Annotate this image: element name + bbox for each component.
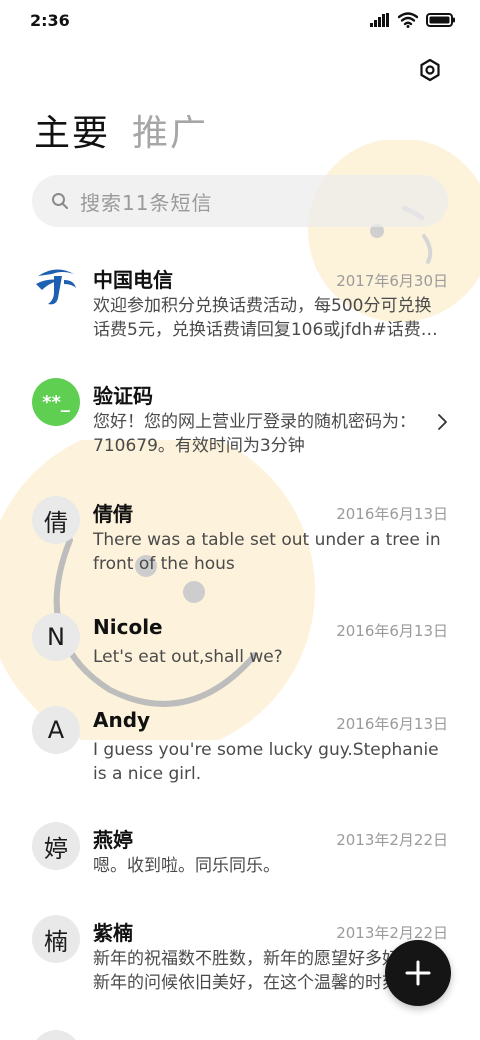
battery-icon (426, 13, 455, 27)
message-date: 2013年2月22日 (336, 831, 448, 849)
avatar (32, 262, 80, 310)
message-preview: Let's eat out,shall we? (93, 647, 283, 667)
conversation-item[interactable] (0, 1020, 480, 1040)
conversation-item[interactable]: 中国电信 2017年6月30日 欢迎参加积分兑换话费活动，每500分可兑换话费5… (0, 250, 480, 360)
tab-primary[interactable]: 主要 (34, 104, 110, 156)
avatar-initial: A (47, 716, 65, 744)
decorative-face-middle (0, 440, 315, 740)
settings-icon (420, 58, 440, 82)
message-preview: There was a table set out under a tree i… (93, 530, 441, 574)
avatar-initial: 婷 (44, 834, 68, 863)
conversation-item[interactable]: N Nicole 2016年6月13日 Let's eat out,shall … (0, 603, 480, 683)
status-bar: 2:36 (0, 0, 480, 44)
message-preview: I guess you're some lucky guy.Stephanie … (93, 740, 439, 784)
message-date: 2013年2月22日 (336, 924, 448, 942)
contact-name: Andy (93, 708, 151, 732)
message-preview: 欢迎参加积分兑换话费活动，每500分可兑换话费5元，兑换话费请回复106或jfd… (93, 296, 438, 340)
avatar: A (32, 706, 80, 754)
conversation-item[interactable]: 倩 倩倩 2016年6月13日 There was a table set ou… (0, 486, 480, 586)
avatar: 楠 (32, 915, 80, 963)
conversation-item[interactable]: A Andy 2016年6月13日 I guess you're some lu… (0, 696, 480, 796)
contact-name: 倩倩 (93, 502, 133, 526)
contact-name: 紫楠 (93, 921, 133, 945)
message-date: 2016年6月13日 (336, 715, 448, 733)
search-icon (50, 191, 70, 211)
message-preview: 您好！您的网上营业厅登录的随机密码为：710679。有效时间为3分钟 (93, 412, 416, 456)
avatar (32, 1030, 80, 1040)
message-preview: 嗯。收到啦。同乐同乐。 (93, 856, 280, 876)
contact-name: Nicole (93, 615, 163, 639)
code-avatar-text: **_ (42, 391, 70, 413)
contact-name: 中国电信 (93, 268, 173, 292)
status-icons (370, 12, 456, 28)
signal-icon (370, 13, 389, 27)
search-placeholder: 搜索11条短信 (80, 190, 213, 215)
avatar-initial: 倩 (44, 508, 68, 537)
status-time: 2:36 (30, 11, 70, 30)
tab-bar: 主要 推广 (34, 104, 208, 156)
avatar: 婷 (32, 822, 80, 870)
contact-name: 验证码 (93, 384, 153, 408)
conversation-item[interactable]: **_ 验证码 您好！您的网上营业厅登录的随机密码为：710679。有效时间为3… (0, 368, 480, 468)
message-date: 2017年6月30日 (336, 272, 448, 290)
contact-name: 燕婷 (93, 828, 133, 852)
avatar: **_ (32, 378, 80, 426)
avatar: 倩 (32, 496, 80, 544)
china-telecom-logo-icon (36, 269, 76, 305)
search-input[interactable]: 搜索11条短信 (32, 175, 448, 227)
avatar-initial: N (47, 623, 65, 651)
new-message-button[interactable] (385, 940, 451, 1006)
plus-icon (405, 960, 431, 986)
avatar-initial: 楠 (44, 927, 68, 956)
chevron-right-icon[interactable] (434, 412, 450, 432)
tab-promotions[interactable]: 推广 (132, 104, 208, 156)
avatar: N (32, 613, 80, 661)
message-date: 2016年6月13日 (336, 622, 448, 640)
wifi-icon (398, 12, 418, 28)
settings-button[interactable] (414, 54, 446, 86)
message-date: 2016年6月13日 (336, 505, 448, 523)
conversation-item[interactable]: 婷 燕婷 2013年2月22日 嗯。收到啦。同乐同乐。 (0, 812, 480, 892)
